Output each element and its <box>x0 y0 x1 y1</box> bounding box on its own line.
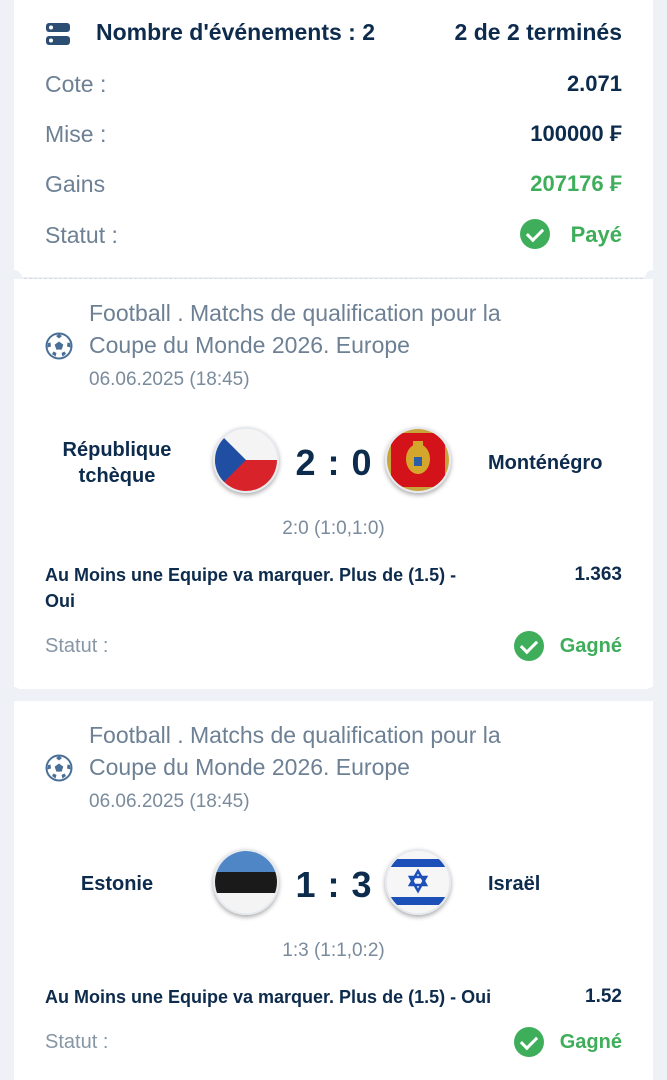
stake-value: 100000 ₣ <box>530 121 622 146</box>
events-count: Nombre d'événements : 2 <box>96 19 375 45</box>
football-icon <box>45 332 73 360</box>
score-detail: 2:0 (1:0,1:0) <box>282 518 385 539</box>
event-status-label: Statut : <box>45 1031 109 1053</box>
bet-market: Au Moins une Equipe va marquer. Plus de … <box>45 565 457 611</box>
winnings-label: Gains <box>45 171 106 197</box>
finished-count: 2 de 2 terminés <box>454 19 622 45</box>
stake-label: Mise : <box>45 121 107 147</box>
football-icon <box>45 754 73 782</box>
winnings-value: 207176 ₣ <box>530 171 622 196</box>
israel-flag-icon <box>385 849 451 915</box>
championship-title: Football . Matchs de qualification pour … <box>89 300 501 326</box>
event-card[interactable]: Football . Matchs de qualification pour … <box>14 701 653 1080</box>
bet-coefficient: 1.52 <box>585 986 622 1007</box>
check-circle-icon <box>514 631 544 661</box>
status-label: Statut : <box>45 222 118 248</box>
bet-summary-card: Nombre d'événements : 2 2 de 2 terminés … <box>14 0 653 277</box>
event-status-label: Statut : <box>45 635 109 657</box>
match-score: 2 : 0 <box>295 442 373 483</box>
championship-title: Football . Matchs de qualification pour … <box>89 722 501 748</box>
match-date: 06.06.2025 (18:45) <box>89 369 250 390</box>
match-score: 1 : 3 <box>295 864 373 905</box>
event-card[interactable]: Football . Matchs de qualification pour … <box>14 279 653 689</box>
bet-coefficient: 1.363 <box>574 564 622 585</box>
event-status-value: Gagné <box>559 635 622 657</box>
home-team: Estonie <box>80 873 154 895</box>
championship-title: Coupe du Monde 2026. Europe <box>89 332 410 358</box>
match-date: 06.06.2025 (18:45) <box>89 791 250 812</box>
odds-value: 2.071 <box>566 71 622 96</box>
championship-title: Coupe du Monde 2026. Europe <box>89 754 410 780</box>
check-circle-icon <box>520 219 550 249</box>
status-value: Payé <box>570 222 622 247</box>
czech-flag-icon <box>213 427 279 493</box>
estonia-flag-icon <box>213 849 279 915</box>
check-circle-icon <box>514 1027 544 1057</box>
event-status-value: Gagné <box>559 1031 622 1053</box>
away-team: Monténégro <box>488 452 603 474</box>
odds-label: Cote : <box>45 71 107 97</box>
home-team: République tchèque <box>62 439 172 487</box>
events-list-icon <box>45 21 71 47</box>
score-detail: 1:3 (1:1,0:2) <box>282 940 385 961</box>
montenegro-flag-icon <box>385 427 451 493</box>
bet-market: Au Moins une Equipe va marquer. Plus de … <box>45 987 492 1007</box>
away-team: Israël <box>488 873 541 895</box>
